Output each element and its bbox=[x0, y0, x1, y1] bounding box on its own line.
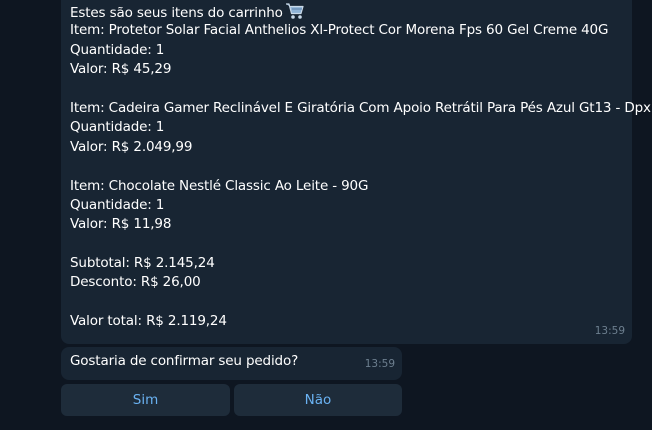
item-2-name: Item: Cadeira Gamer Reclinável E Giratór… bbox=[70, 99, 651, 116]
confirm-message-text: Gostaria de confirmar seu pedido? bbox=[70, 353, 299, 369]
item-2-quantity: Quantidade: 1 bbox=[70, 119, 165, 136]
shopping-cart-icon bbox=[285, 2, 305, 20]
discount: Desconto: R$ 26,00 bbox=[70, 274, 201, 291]
no-button[interactable]: Não bbox=[234, 384, 402, 416]
chat-area: Estes são seus itens do carrinho Item: P… bbox=[0, 0, 652, 430]
cart-message-bubble: Estes são seus itens do carrinho Item: P… bbox=[61, 0, 651, 344]
confirm-message-time: 13:59 bbox=[364, 357, 395, 370]
cart-message-time: 13:59 bbox=[594, 324, 625, 337]
total: Valor total: R$ 2.119,24 bbox=[70, 313, 227, 330]
cart-header: Estes são seus itens do carrinho bbox=[70, 2, 632, 21]
item-3-name: Item: Chocolate Nestlé Classic Ao Leite … bbox=[70, 177, 369, 194]
item-2-value: Valor: R$ 2.049,99 bbox=[70, 138, 193, 155]
item-1-quantity: Quantidade: 1 bbox=[70, 41, 165, 58]
cart-header-text: Estes são seus itens do carrinho bbox=[70, 5, 283, 21]
yes-button[interactable]: Sim bbox=[61, 384, 230, 416]
yes-button-label: Sim bbox=[132, 392, 159, 408]
no-button-label: Não bbox=[304, 392, 332, 408]
item-1-value: Valor: R$ 45,29 bbox=[70, 61, 172, 78]
item-3-quantity: Quantidade: 1 bbox=[70, 196, 165, 213]
confirm-message-bubble: Gostaria de confirmar seu pedido? 13:59 bbox=[61, 347, 402, 380]
subtotal: Subtotal: R$ 2.145,24 bbox=[70, 255, 215, 272]
item-1-name: Item: Protetor Solar Facial Anthelios Xl… bbox=[70, 22, 609, 39]
item-3-value: Valor: R$ 11,98 bbox=[70, 216, 172, 233]
